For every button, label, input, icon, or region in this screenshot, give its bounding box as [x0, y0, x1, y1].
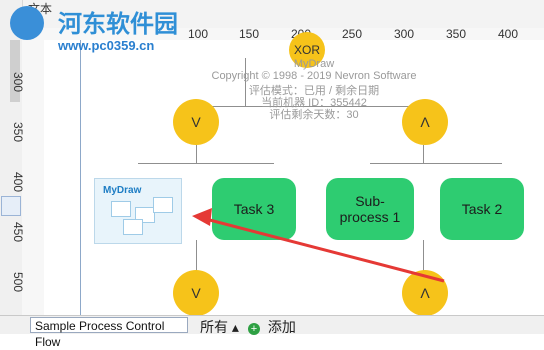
ruler-top-250: 250 — [342, 27, 363, 41]
bottom-tab-bar: Sample Process Control Flow 所有 ▴ + 添加 — [0, 315, 544, 349]
plus-icon: + — [248, 323, 260, 335]
red-arrow — [192, 208, 445, 283]
ruler-top-150: 150 — [239, 27, 260, 41]
red-arrow-line — [201, 216, 445, 283]
watermark-brand: 河东软件园 www.pc0359.cn — [0, 0, 210, 53]
ruler-left-300: 300 — [11, 72, 25, 93]
left-ruler: 300 350 400 450 500 — [11, 40, 45, 315]
ruler-top-300: 300 — [394, 27, 415, 41]
diagram-canvas[interactable]: XOR MyDraw Copyright © 1998 - 2019 Nevro… — [44, 32, 544, 316]
ruler-left-350: 350 — [11, 122, 25, 143]
ruler-left-450: 450 — [11, 222, 25, 243]
ruler-left-500: 500 — [11, 272, 25, 293]
left-selection-marker[interactable] — [1, 196, 21, 216]
ruler-top-400: 400 — [498, 27, 519, 41]
watermark-url: www.pc0359.cn — [58, 38, 155, 53]
watermark-title: 河东软件园 — [58, 11, 178, 38]
ruler-left-400: 400 — [11, 172, 25, 193]
tab-all[interactable]: 所有 ▴ — [200, 317, 239, 337]
watermark-logo-icon — [10, 6, 44, 40]
add-tab-button[interactable]: + 添加 — [248, 317, 296, 337]
red-arrow-head — [192, 208, 212, 226]
left-scrollbar[interactable] — [10, 40, 20, 102]
ruler-top-350: 350 — [446, 27, 467, 41]
tab-sample-process-control-flow[interactable]: Sample Process Control Flow — [30, 317, 188, 349]
